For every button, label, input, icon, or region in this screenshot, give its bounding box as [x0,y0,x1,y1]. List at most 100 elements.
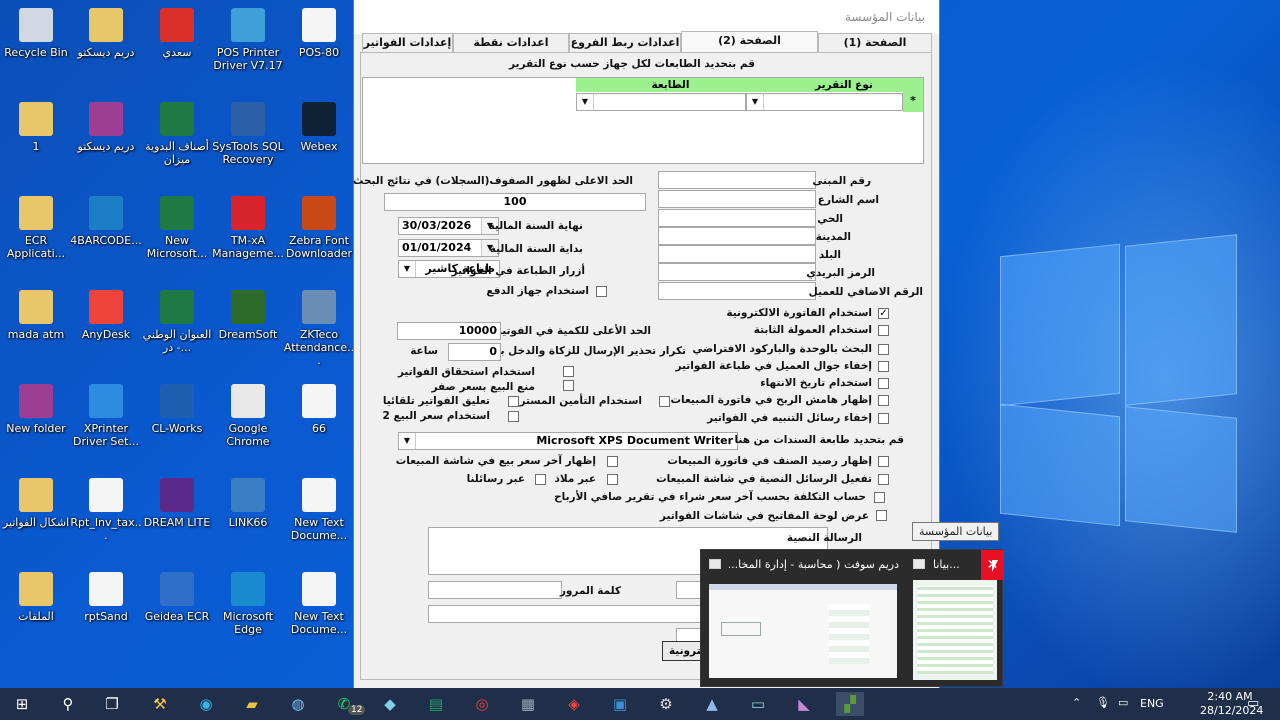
country-input[interactable] [658,245,816,263]
desktop-icon[interactable]: XPrinter Driver Set... [70,384,142,448]
sale-price-2-checkbox[interactable] [508,411,519,422]
option-checkbox[interactable] [878,378,889,389]
edge-icon[interactable]: ◉ [192,692,220,716]
desktop-icon[interactable]: Google Chrome [212,384,284,448]
api-input[interactable] [428,605,710,623]
start-windows-icon[interactable]: ⊞ [8,692,36,716]
tab-invoice-settings[interactable]: إعدادات الفواتير [362,33,453,53]
desktop-icon[interactable]: TM-xA Manageme... [212,196,284,260]
sms-enable-checkbox[interactable] [878,474,889,485]
webex-icon[interactable]: ◍ [284,692,312,716]
battery-icon[interactable]: ▭ [1118,696,1128,720]
anydesk-icon[interactable]: ◈ [560,692,588,716]
chevron-down-icon[interactable]: ▼ [399,261,416,277]
network-app-icon[interactable]: ▲ [698,692,726,716]
item-balance-checkbox[interactable] [878,456,889,467]
fy-end-combo[interactable]: 30/03/2026 ▼ [398,217,499,235]
desktop-icon[interactable]: POS-80 [283,8,355,59]
desktop-icon[interactable]: 1 [0,102,72,153]
desktop-icon[interactable]: mada atm [0,290,72,341]
notifications-icon[interactable]: ▭ [1247,696,1259,720]
desktop-icon[interactable]: Rpt_Inv_tax... [70,478,142,542]
desktop-icon[interactable]: POS Printer Driver V7.17 [212,8,284,72]
chevron-down-icon[interactable]: ▼ [747,94,764,110]
max-qty-input[interactable]: 10000 [397,322,501,340]
desktop-icon[interactable]: CL-Works [141,384,213,435]
via-rasaelna-checkbox[interactable] [535,474,546,485]
postal-code-input[interactable] [658,263,816,281]
desktop-icon[interactable]: AnyDesk [70,290,142,341]
chevron-down-icon[interactable]: ▼ [577,94,594,110]
tray-chevron-icon[interactable]: ⌃ [1072,696,1081,720]
excel-icon[interactable]: ▤ [422,692,450,716]
tab-branch-link[interactable]: اعدادات ربط الفروع [569,33,681,53]
fy-start-combo[interactable]: 01/01/2024 ▼ [398,239,499,257]
tools-icon[interactable]: ⚒ [146,692,174,716]
calculator-icon[interactable]: ▦ [514,692,542,716]
task-view-icon[interactable]: ❐ [98,692,126,716]
desktop-icon[interactable]: New folder [0,384,72,435]
desktop-icon[interactable]: Recycle Bin [0,8,72,59]
via-malath-checkbox[interactable] [607,474,618,485]
dreamsoft-icon[interactable]: ▞ [836,692,864,716]
paint-icon[interactable]: ◣ [790,692,818,716]
district-input[interactable] [658,209,816,227]
option-checkbox[interactable] [878,344,889,355]
chevron-down-icon[interactable]: ▼ [399,433,416,449]
desktop-icon[interactable]: New Text Docume... [283,478,355,542]
option-checkbox[interactable] [878,395,889,406]
desktop-icon[interactable]: أصناف البدوية ميزان [141,102,213,166]
search-icon[interactable]: ⚲ [54,692,82,716]
refundable-insurance-checkbox[interactable] [659,396,670,407]
app-icon[interactable]: ▣ [606,692,634,716]
max-rows-input[interactable]: 100 [384,193,646,211]
desktop-icon[interactable]: Microsoft Edge [212,572,284,636]
cost-calc-checkbox[interactable] [874,492,885,503]
desktop-icon[interactable]: العنوان الوطني - در... [141,290,213,354]
thumb-title-company[interactable]: بيانا... [933,558,960,571]
file-explorer-icon[interactable]: ▰ [238,692,266,716]
language-indicator[interactable]: ENG [1140,697,1164,720]
desktop-icon[interactable]: ZKTeco Attendance... [283,290,355,367]
title-bar[interactable]: بيانات المؤسسة [354,0,939,34]
building-no-input[interactable] [658,171,816,189]
repeat-warn-input[interactable]: 0 [448,343,501,361]
desktop-icon[interactable]: ECR Applicati... [0,196,72,260]
desktop-icon[interactable]: Zebra Font Downloader [283,196,355,260]
desktop-icon[interactable]: Webex [283,102,355,153]
desktop-icon[interactable]: DREAM LITE [141,478,213,529]
desktop-icon[interactable]: DreamSoft [212,290,284,341]
settings-icon[interactable]: ⚙ [652,692,680,716]
desktop-icon[interactable]: New Text Docume... [283,572,355,636]
desktop-icon[interactable]: 4BARCODE... [70,196,142,247]
option-checkbox[interactable] [878,325,889,336]
option-checkbox[interactable] [878,361,889,372]
auto-hold-checkbox[interactable] [508,396,519,407]
chrome-icon[interactable]: ◎ [468,692,496,716]
last-sale-price-checkbox[interactable] [607,456,618,467]
desktop-icon[interactable]: سعدي [141,8,213,59]
printer-icon[interactable]: ▭ [744,692,772,716]
tab-page-1[interactable]: الصفحة (1) [818,33,932,53]
extra-no-input[interactable] [658,282,816,300]
tab-page-2[interactable]: الصفحة (2) [681,31,818,53]
option-checkbox[interactable] [878,413,889,424]
desktop-icon[interactable]: دريم ديسكتو [70,8,142,59]
desktop-icon[interactable]: اشكال الفواتير [0,478,72,529]
desktop-icon[interactable]: New Microsoft... [141,196,213,260]
payment-device-checkbox[interactable] [596,286,607,297]
thumb-title-dreamsoft[interactable]: دريم سوفت ( محاسبة - إدارة المخا... [729,558,899,571]
invoice-due-checkbox[interactable] [563,366,574,377]
option-checkbox[interactable]: ✓ [878,308,889,319]
desktop-icon[interactable]: Geidea ECR [141,572,213,623]
thumb-preview-dreamsoft[interactable] [709,584,897,678]
desktop-icon[interactable]: دريم ديسكتو [70,102,142,153]
zero-price-checkbox[interactable] [563,380,574,391]
keyboard-checkbox[interactable] [876,510,887,521]
app-icon[interactable]: ◆ [376,692,404,716]
city-input[interactable] [658,227,816,245]
tab-pos-settings[interactable]: اعدادات نقطة المبيعات [453,33,569,67]
desktop-icon[interactable]: الملفات [0,572,72,623]
desktop-icon[interactable]: LINK66 [212,478,284,529]
desktop-icon[interactable]: SysTools SQL Recovery [212,102,284,166]
